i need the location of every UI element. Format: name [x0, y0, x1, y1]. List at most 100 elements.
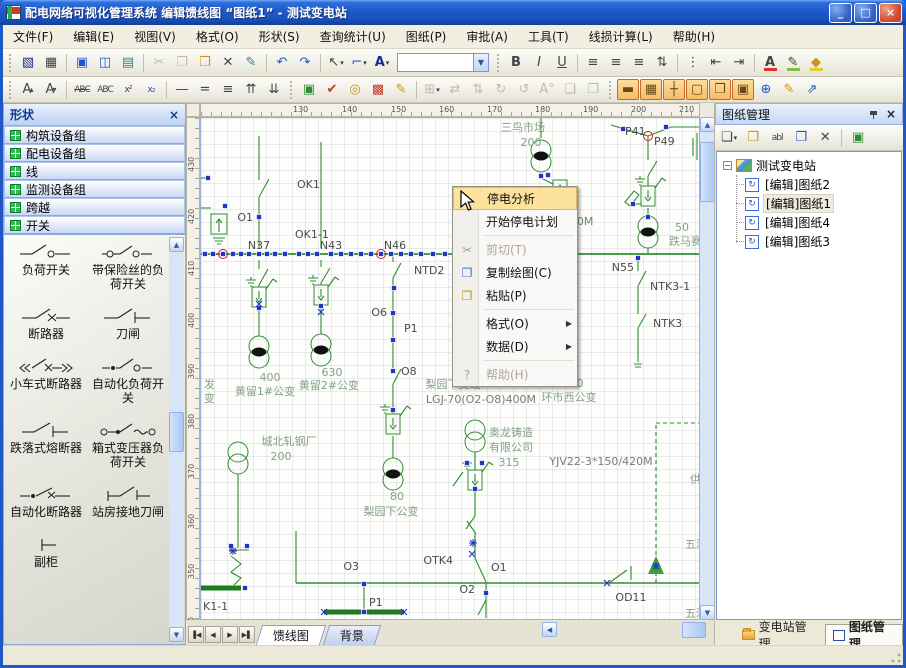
- canvas-vscrollbar[interactable]: ▲ ▼: [700, 117, 715, 620]
- scroll-down-icon[interactable]: ▼: [169, 627, 184, 642]
- grid-toggle-button[interactable]: ▦: [640, 79, 662, 100]
- scroll-down-icon[interactable]: ▼: [700, 605, 715, 620]
- menu-item-6[interactable]: 图纸(P): [396, 25, 457, 48]
- toolbar-grip[interactable]: [608, 81, 613, 99]
- subscript-button[interactable]: x₂: [140, 79, 162, 100]
- line-weight-medium-button[interactable]: =: [194, 79, 216, 100]
- toolbar-grip[interactable]: [8, 54, 13, 72]
- sheet-window-button[interactable]: ▣: [847, 127, 869, 148]
- menu-item-10[interactable]: 帮助(H): [663, 25, 725, 48]
- properties-button[interactable]: ✎: [778, 79, 800, 100]
- menu-item-3[interactable]: 格式(O): [186, 25, 249, 48]
- align-right-button[interactable]: ≡: [628, 52, 650, 73]
- indent-button[interactable]: ⇥: [728, 52, 750, 73]
- stencil-item-circuit-breaker[interactable]: 断路器: [6, 305, 86, 341]
- shape-group-5[interactable]: 开关: [4, 216, 185, 234]
- format-painter-button[interactable]: ✎: [240, 52, 262, 73]
- minimize-button[interactable]: _: [829, 3, 852, 23]
- tree-item-sheet-0[interactable]: ↻[编辑]图纸2: [745, 175, 899, 194]
- redo-button[interactable]: ↷: [294, 52, 316, 73]
- copy-sheet-button[interactable]: ❐: [790, 127, 812, 148]
- stencil-item-dropout-fuse[interactable]: 跌落式熔断器: [6, 419, 86, 469]
- menu-item-7[interactable]: 审批(A): [456, 25, 518, 48]
- rotate-text-button[interactable]: A°: [536, 79, 558, 100]
- stencil-item-box-transformer-load-switch[interactable]: 箱式变压器负荷开关: [88, 419, 168, 469]
- shape-group-4[interactable]: 跨越: [4, 198, 185, 216]
- menu-item-2[interactable]: 视图(V): [124, 25, 186, 48]
- font-color-button[interactable]: A: [759, 52, 781, 73]
- rotate-right-button[interactable]: ↻: [490, 79, 512, 100]
- context-menu-item-8[interactable]: 数据(D)▶: [453, 335, 577, 358]
- toolbar-grip[interactable]: [496, 54, 501, 72]
- stencil-item-aux-cabinet[interactable]: 副柜: [6, 533, 86, 569]
- zoom-pan-button[interactable]: ⊕: [755, 79, 777, 100]
- menu-item-8[interactable]: 工具(T): [518, 25, 579, 48]
- page-breaks-toggle-button[interactable]: ❒: [709, 79, 731, 100]
- outdent-button[interactable]: ⇤: [705, 52, 727, 73]
- approve-sheet-button[interactable]: ✔: [321, 79, 343, 100]
- line-color-button[interactable]: ✎: [782, 52, 804, 73]
- canvas-tab-0[interactable]: 馈线图: [256, 625, 327, 645]
- spacing-decrease-button[interactable]: ⇊: [263, 79, 285, 100]
- scrollbar-thumb[interactable]: [700, 142, 715, 202]
- context-menu-item-5[interactable]: ❒粘贴(P): [453, 284, 577, 307]
- stencil-item-knife-switch[interactable]: 刀闸: [88, 305, 168, 341]
- menu-item-1[interactable]: 编辑(E): [63, 25, 124, 48]
- delete-button[interactable]: ✕: [217, 52, 239, 73]
- tree-item-sheet-1[interactable]: ↻[编辑]图纸1: [745, 194, 899, 213]
- bring-forward-button[interactable]: ❏: [559, 79, 581, 100]
- stencil-item-automated-circuit-breaker[interactable]: 自动化断路器: [6, 483, 86, 519]
- connector-arrow-button[interactable]: ⇗: [801, 79, 823, 100]
- new-sheet-button[interactable]: ❏▾: [718, 127, 740, 148]
- resize-grip[interactable]: [890, 652, 902, 664]
- stencil-item-fused-load-switch[interactable]: 带保险丝的负荷开关: [88, 241, 168, 291]
- context-menu-item-10[interactable]: ?帮助(H): [453, 363, 577, 386]
- save-button[interactable]: ▣: [71, 52, 93, 73]
- guides-toggle-button[interactable]: ┼: [663, 79, 685, 100]
- edit-sheet-button[interactable]: ✎: [390, 79, 412, 100]
- pointer-tool-button[interactable]: ↖▾: [325, 52, 347, 73]
- new-drawing-button[interactable]: ▧: [17, 52, 39, 73]
- menu-item-4[interactable]: 形状(S): [249, 25, 310, 48]
- align-center-button[interactable]: ≡: [605, 52, 627, 73]
- browse-sheet-button[interactable]: ◎: [344, 79, 366, 100]
- context-menu-item-3[interactable]: ✂剪切(T): [453, 238, 577, 261]
- rename-sheet-button[interactable]: abl: [766, 127, 788, 148]
- shape-combobox[interactable]: ▼: [397, 53, 489, 72]
- table-button[interactable]: ▦: [40, 52, 62, 73]
- strikethrough-button[interactable]: ABC: [71, 79, 93, 100]
- align-shapes-button[interactable]: ⊞▾: [421, 79, 443, 100]
- pan-window-toggle-button[interactable]: ▣: [732, 79, 754, 100]
- stencil-item-load-switch[interactable]: 负荷开关: [6, 241, 86, 291]
- stencil-scrollbar[interactable]: ▲ ▼: [169, 237, 184, 642]
- copy-button[interactable]: ❐: [171, 52, 193, 73]
- panel-tab-0[interactable]: 变电站管理: [735, 624, 823, 645]
- scroll-left-icon[interactable]: ◀: [542, 622, 557, 637]
- print-button[interactable]: ▤: [117, 52, 139, 73]
- tree-item-sheet-3[interactable]: ↻[编辑]图纸3: [745, 232, 899, 251]
- vertical-text-button[interactable]: ⇅: [651, 52, 673, 73]
- titlebar[interactable]: 配电网络可视化管理系统 编辑馈线图 “图纸1” - 测试变电站 _□×: [0, 0, 906, 25]
- underline-button[interactable]: U: [551, 52, 573, 73]
- menu-item-9[interactable]: 线损计算(L): [579, 25, 663, 48]
- ruler-toggle-button[interactable]: ▬: [617, 79, 639, 100]
- toolbar-grip[interactable]: [8, 81, 13, 99]
- close-icon[interactable]: ×: [886, 107, 896, 121]
- shape-group-0[interactable]: 构筑设备组: [4, 126, 185, 144]
- stencil-item-automated-load-switch[interactable]: 自动化负荷开关: [88, 355, 168, 405]
- menu-item-5[interactable]: 查询统计(U): [310, 25, 396, 48]
- shape-group-2[interactable]: 线: [4, 162, 185, 180]
- connection-points-toggle-button[interactable]: ▢: [686, 79, 708, 100]
- tree-root-substation[interactable]: − 测试变电站: [719, 156, 899, 175]
- next-sheet-button[interactable]: ▶: [222, 626, 238, 643]
- tree-item-sheet-2[interactable]: ↻[编辑]图纸4: [745, 213, 899, 232]
- connector-tool-button[interactable]: ⌐▾: [348, 52, 370, 73]
- cut-button[interactable]: ✂: [148, 52, 170, 73]
- menu-item-0[interactable]: 文件(F): [3, 25, 63, 48]
- open-sheet-button[interactable]: ❒: [742, 127, 764, 148]
- spacing-increase-button[interactable]: ⇈: [240, 79, 262, 100]
- pin-icon[interactable]: [869, 110, 878, 119]
- align-left-button[interactable]: ≡: [582, 52, 604, 73]
- context-menu-item-7[interactable]: 格式(O)▶: [453, 312, 577, 335]
- font-decrease-button[interactable]: A▾: [40, 79, 62, 100]
